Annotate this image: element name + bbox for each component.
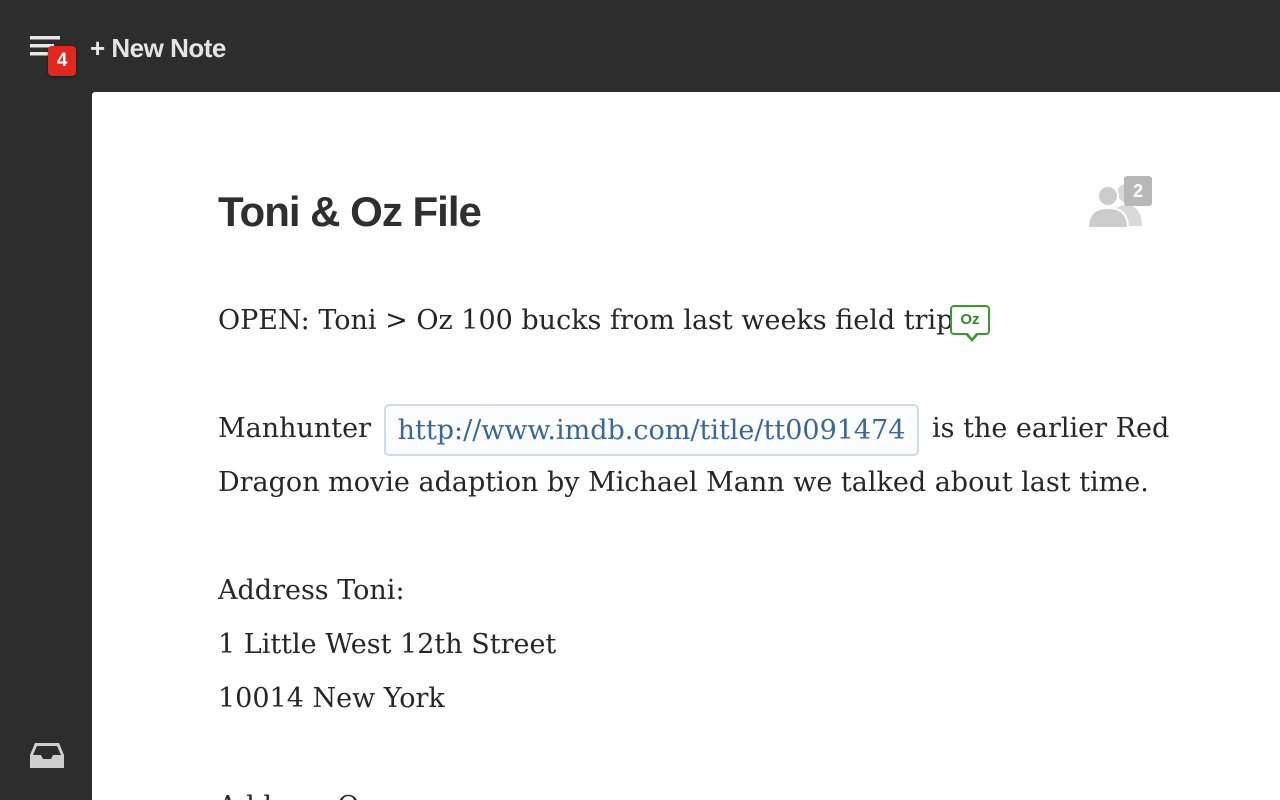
collaborators-button[interactable]: 2 (1080, 176, 1156, 229)
collaborator-count-badge: 2 (1124, 176, 1152, 206)
address-oz-label: Address Oz: (218, 780, 1158, 800)
top-bar: 4 + New Note (0, 0, 1280, 92)
mention-tag-oz[interactable]: Oz (949, 305, 990, 342)
note-line-dragon: Dragon movie adaption by Michael Mann we… (218, 467, 1149, 498)
manhunter-text: Manhunter (218, 413, 380, 444)
note-title[interactable]: Toni & Oz File (218, 184, 482, 240)
open-debt-text: OPEN: Toni > Oz 100 bucks from last week… (218, 305, 962, 336)
manhunter-suffix-text: is the earlier Red (923, 413, 1170, 444)
note-editor[interactable]: Toni & Oz File 2 OPEN: Toni > Oz 100 buc… (92, 92, 1280, 800)
note-line-open-debt: OPEN: Toni > Oz 100 bucks from last week… (218, 294, 1158, 348)
note-body[interactable]: OPEN: Toni > Oz 100 bucks from last week… (218, 294, 1169, 800)
inbox-button[interactable] (28, 740, 66, 774)
unread-count-badge: 4 (48, 46, 76, 76)
address-toni-city: 10014 New York (218, 683, 445, 714)
imdb-link[interactable]: http://www.imdb.com/title/tt0091474 (383, 403, 920, 456)
address-toni-label: Address Toni: (218, 575, 405, 606)
new-note-button[interactable]: + New Note (90, 30, 226, 66)
address-toni-street: 1 Little West 12th Street (218, 629, 557, 660)
inbox-tray-icon (30, 743, 64, 768)
note-line-manhunter: Manhunter http://www.imdb.com/title/tt00… (218, 402, 1169, 456)
notes-list-menu-button[interactable]: 4 (30, 34, 78, 78)
